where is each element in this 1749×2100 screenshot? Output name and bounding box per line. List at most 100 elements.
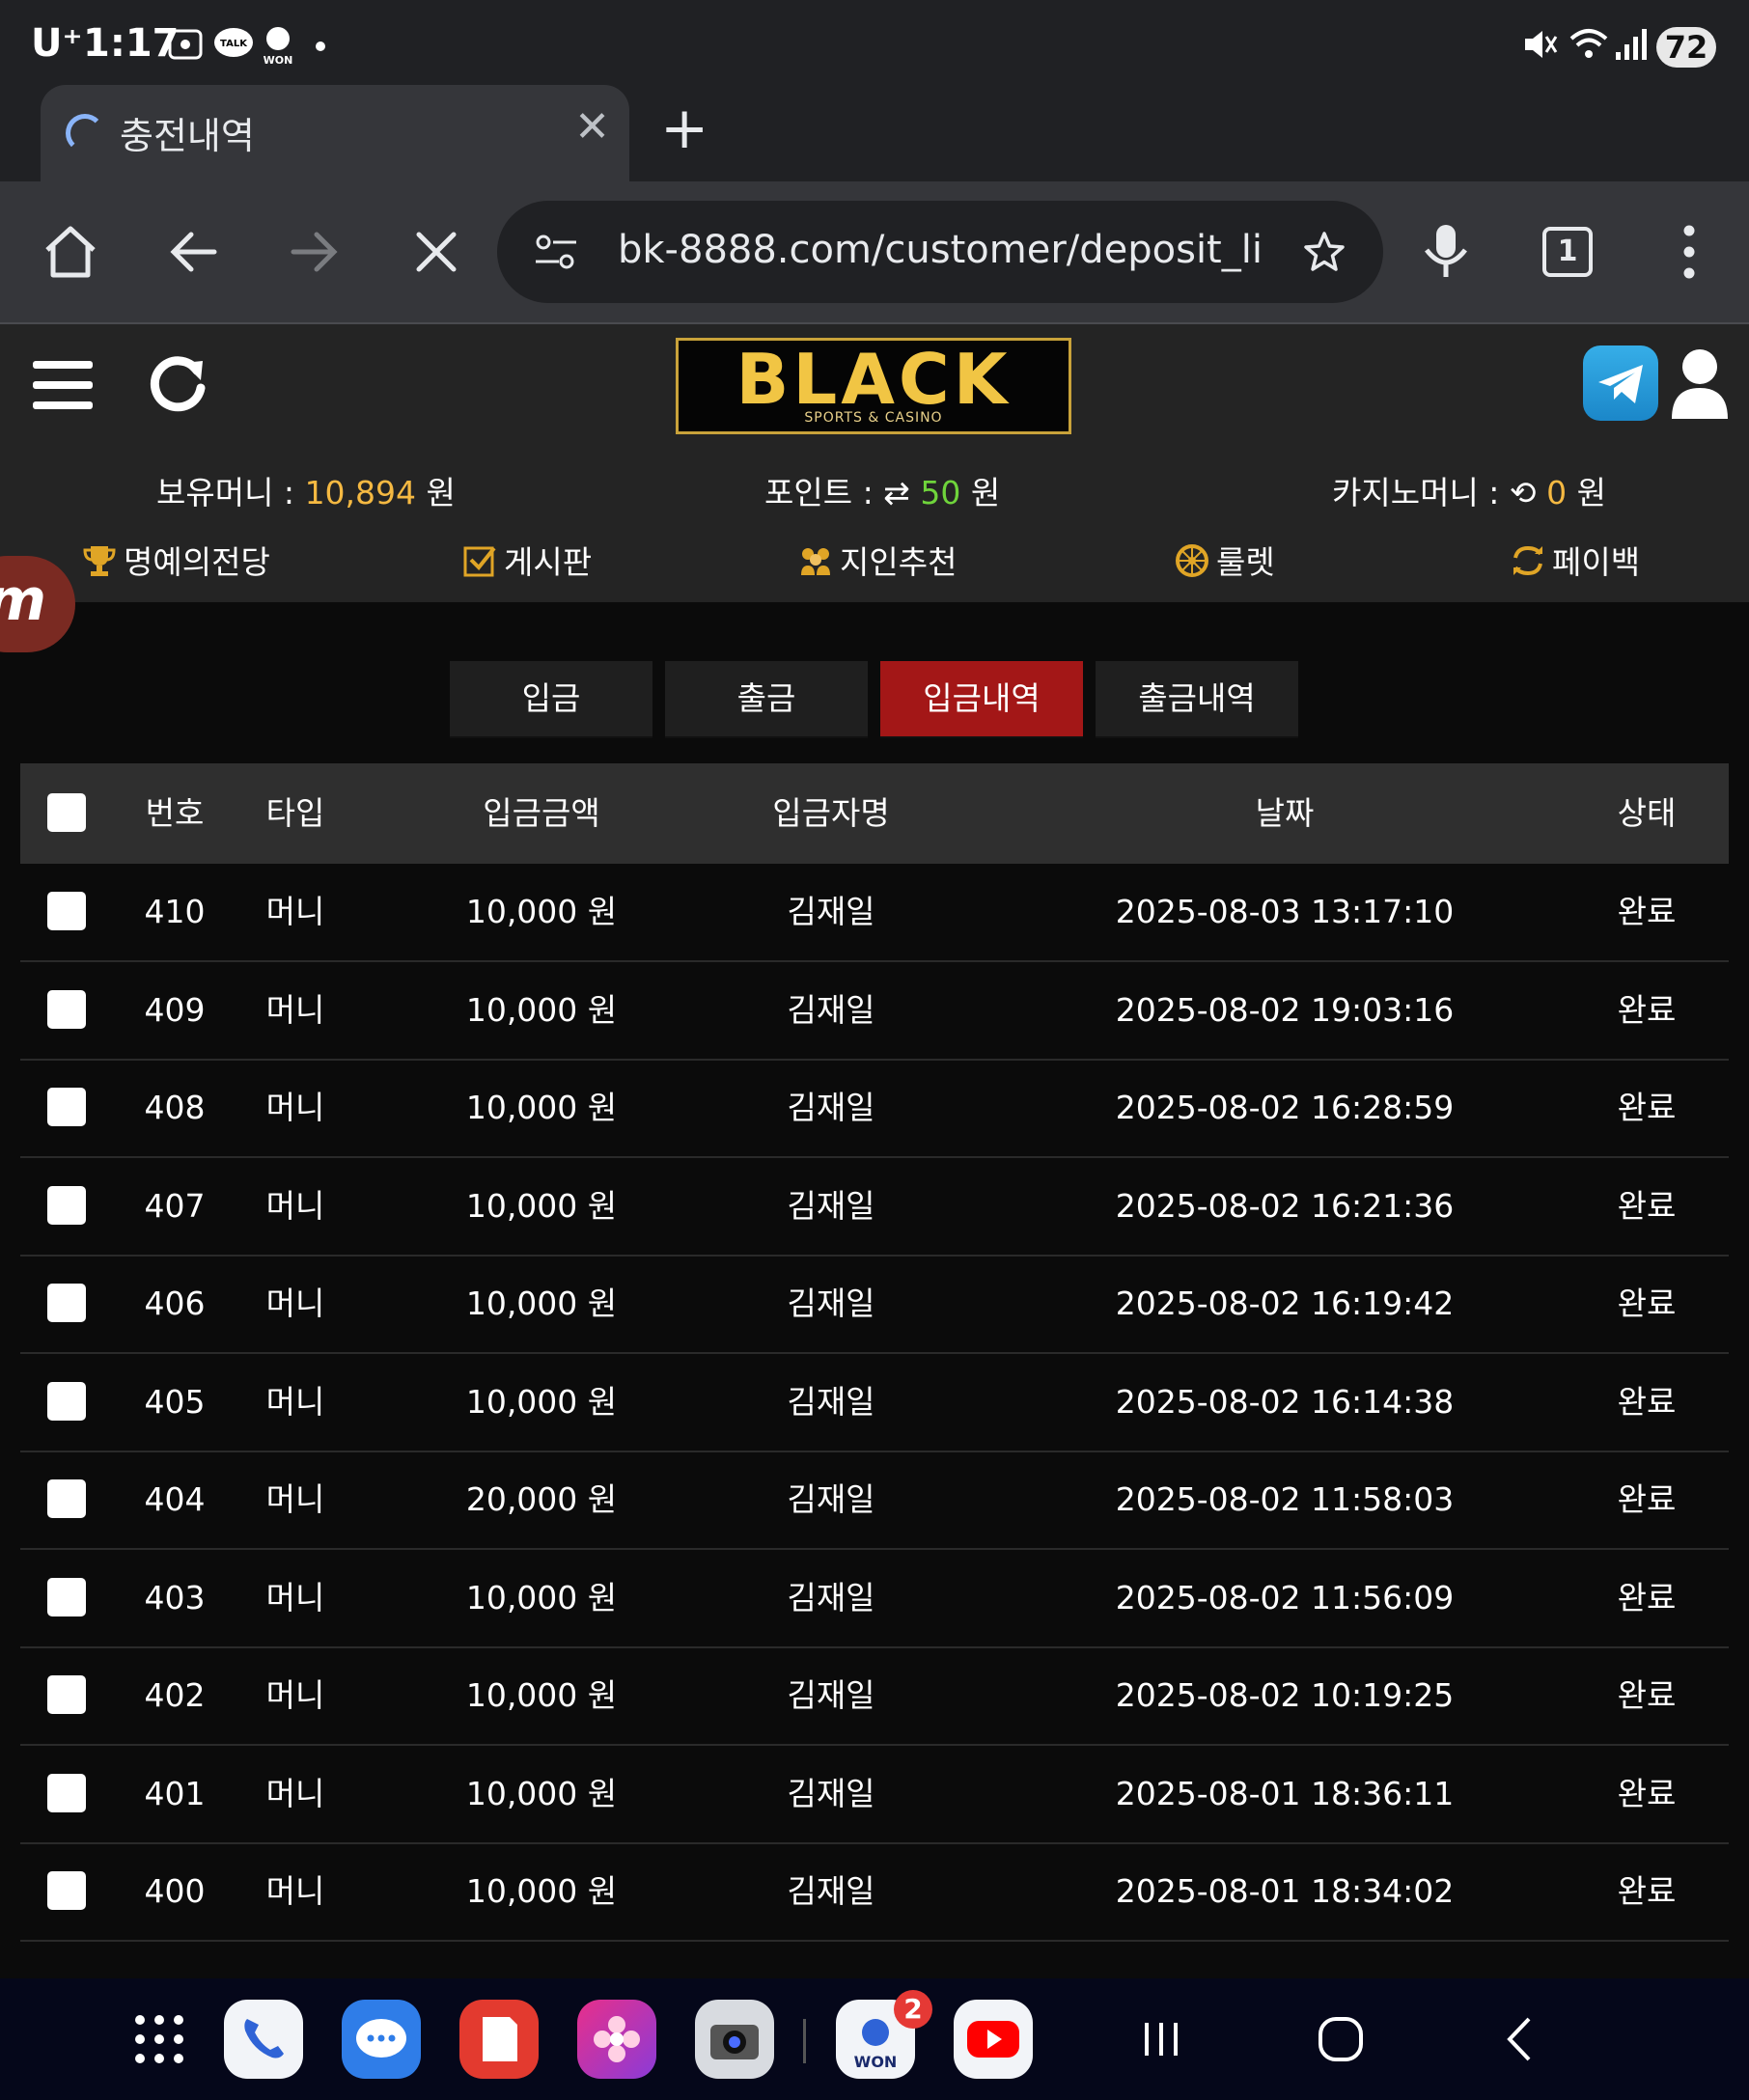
row-number: 405 — [144, 1382, 206, 1421]
row-type: 머니 — [265, 1089, 325, 1126]
row-type: 머니 — [265, 1676, 325, 1714]
youtube-icon[interactable] — [954, 2000, 1033, 2079]
stop-loading-icon[interactable] — [400, 215, 473, 289]
row-depositor: 김재일 — [787, 990, 875, 1029]
row-date: 2025-08-01 18:36:11 — [1115, 1774, 1455, 1812]
row-date: 2025-08-02 19:03:16 — [1115, 990, 1455, 1029]
row-number: 409 — [144, 990, 206, 1029]
telegram-icon[interactable] — [1583, 345, 1658, 421]
carrier-label: U⁺ — [31, 21, 83, 66]
row-checkbox[interactable] — [47, 1675, 86, 1714]
row-depositor: 김재일 — [787, 1089, 875, 1126]
address-bar[interactable]: bk-8888.com/customer/deposit_list — [497, 201, 1383, 303]
nav-board[interactable]: 게시판 — [461, 537, 592, 583]
row-status: 완료 — [1617, 1382, 1677, 1421]
row-amount: 10,000 원 — [465, 1774, 618, 1812]
site-logo[interactable]: BLACK SPORTS & CASINO — [676, 338, 1071, 434]
row-checkbox[interactable] — [47, 1185, 86, 1225]
row-number: 401 — [144, 1774, 206, 1812]
site-settings-icon[interactable] — [534, 233, 578, 271]
nav-hall-of-fame[interactable]: 명예의전당 — [81, 537, 270, 583]
svg-text:TALK: TALK — [220, 39, 248, 49]
row-depositor: 김재일 — [787, 1872, 875, 1910]
row-checkbox[interactable] — [47, 1773, 86, 1812]
back-icon[interactable] — [156, 215, 230, 289]
talk-icon: TALK — [214, 28, 253, 57]
casino-refresh-icon[interactable]: ⟲ — [1510, 474, 1537, 511]
row-amount: 10,000 원 — [465, 990, 618, 1029]
row-date: 2025-08-02 16:28:59 — [1115, 1089, 1455, 1126]
row-depositor: 김재일 — [787, 1676, 875, 1714]
point-label: 포인트 : — [764, 474, 874, 511]
bookmark-star-icon[interactable] — [1302, 230, 1346, 274]
new-tab-icon[interactable]: + — [660, 95, 708, 162]
gallery-icon[interactable] — [577, 2000, 656, 2079]
row-type: 머니 — [265, 1186, 325, 1225]
user-icon[interactable] — [1668, 345, 1732, 423]
phone-icon[interactable] — [224, 2000, 303, 2079]
menu-icon[interactable] — [33, 357, 95, 411]
back-button-icon[interactable] — [1486, 2005, 1554, 2073]
browser-tab[interactable]: 충전내역 ✕ — [41, 85, 629, 181]
home-icon[interactable] — [34, 215, 107, 289]
screenshot-icon — [168, 29, 203, 60]
table-row: 405 머니 10,000 원 김재일 2025-08-02 16:14:38 완료 — [20, 1354, 1729, 1452]
site-nav: 명예의전당 게시판 지인추천 룰렛 페이백 — [0, 537, 1749, 594]
money-label: 보유머니 : — [156, 474, 295, 511]
row-amount: 10,000 원 — [465, 893, 618, 930]
tab-withdraw[interactable]: 출금 — [665, 661, 868, 738]
row-checkbox[interactable] — [47, 1871, 86, 1910]
row-number: 404 — [144, 1480, 206, 1518]
nav-label: 명예의전당 — [124, 543, 270, 581]
row-number: 407 — [144, 1186, 206, 1225]
row-number: 408 — [144, 1089, 206, 1126]
point-balance: 포인트 : ⇄ 50 원 — [764, 467, 1000, 513]
row-type: 머니 — [265, 1872, 325, 1910]
table-row: 408 머니 10,000 원 김재일 2025-08-02 16:28:59 완료 — [20, 1060, 1729, 1158]
point-value: 50 — [920, 474, 961, 511]
tab-switcher-button[interactable]: 1 — [1531, 215, 1604, 289]
select-all-checkbox[interactable] — [47, 793, 86, 832]
row-type: 머니 — [265, 1774, 325, 1812]
row-checkbox[interactable] — [47, 1284, 86, 1322]
dock-divider — [803, 2019, 806, 2063]
row-depositor: 김재일 — [787, 1578, 875, 1616]
notes-icon[interactable] — [459, 2000, 539, 2079]
row-amount: 10,000 원 — [465, 1578, 618, 1616]
tab-deposit-history[interactable]: 입금내역 — [880, 661, 1083, 738]
forward-icon[interactable] — [278, 215, 351, 289]
header-date: 날짜 — [1255, 794, 1315, 832]
row-status: 완료 — [1617, 893, 1677, 930]
home-button-icon[interactable] — [1307, 2005, 1374, 2073]
messages-icon[interactable] — [342, 2000, 421, 2079]
browser-toolbar: bk-8888.com/customer/deposit_list 1 — [0, 181, 1749, 324]
table-row: 406 머니 10,000 원 김재일 2025-08-02 16:19:42 완료 — [20, 1256, 1729, 1354]
table-row: 402 머니 10,000 원 김재일 2025-08-02 10:19:25 완료 — [20, 1647, 1729, 1746]
apps-grid-icon[interactable] — [120, 2000, 199, 2079]
nav-payback[interactable]: 페이백 — [1510, 537, 1640, 583]
row-type: 머니 — [265, 1480, 325, 1518]
row-checkbox[interactable] — [47, 989, 86, 1029]
table-row: 404 머니 20,000 원 김재일 2025-08-02 11:58:03 완료 — [20, 1451, 1729, 1550]
row-checkbox[interactable] — [47, 1088, 86, 1126]
tab-deposit[interactable]: 입금 — [450, 661, 652, 738]
row-checkbox[interactable] — [47, 1479, 86, 1518]
row-checkbox[interactable] — [47, 892, 86, 930]
camera-icon[interactable] — [695, 2000, 774, 2079]
microphone-icon[interactable] — [1409, 215, 1483, 289]
row-status: 완료 — [1617, 1774, 1677, 1812]
row-checkbox[interactable] — [47, 1577, 86, 1616]
nav-roulette[interactable]: 룰렛 — [1174, 537, 1275, 583]
row-date: 2025-08-02 16:21:36 — [1115, 1186, 1455, 1225]
recent-apps-icon[interactable] — [1127, 2005, 1195, 2073]
nav-referral[interactable]: 지인추천 — [797, 537, 957, 583]
exchange-icon[interactable]: ⇄ — [883, 474, 910, 511]
refresh-icon[interactable] — [145, 349, 212, 417]
more-menu-icon[interactable] — [1652, 215, 1726, 289]
system-dock: WON 2 — [0, 1978, 1749, 2100]
tab-withdraw-history[interactable]: 출금내역 — [1096, 661, 1298, 738]
header-amount: 입금금액 — [483, 794, 600, 832]
row-checkbox[interactable] — [47, 1381, 86, 1421]
close-tab-icon[interactable]: ✕ — [574, 102, 610, 152]
deposit-tabs: 입금 출금 입금내역 출금내역 — [450, 661, 1299, 738]
